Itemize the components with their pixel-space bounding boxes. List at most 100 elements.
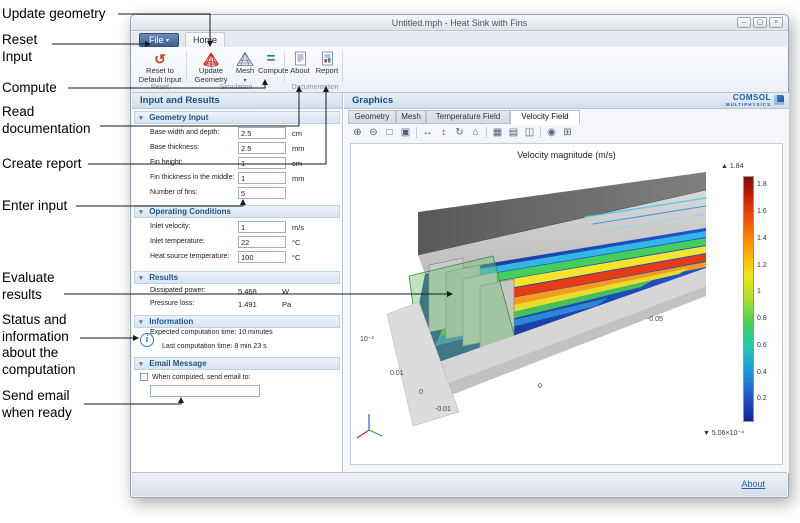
colorbar-tick: 0.8 — [757, 315, 767, 322]
compute-button[interactable]: = Compute — [258, 49, 284, 87]
rotate-icon[interactable]: ↻ — [452, 126, 467, 139]
maximize-button[interactable]: ▢ — [753, 17, 767, 28]
about-button-label: About — [288, 67, 312, 76]
field-label: Heat source temperature: — [150, 253, 229, 260]
colorbar-tick: 1.8 — [757, 181, 767, 188]
mesh-button-label: Mesh — [236, 66, 254, 75]
velocity-plot-3d[interactable] — [353, 162, 741, 458]
field-unit: mm — [292, 144, 305, 153]
tab-velocity-field[interactable]: Velocity Field — [510, 110, 580, 125]
zoom-box-icon[interactable]: □ — [382, 126, 397, 139]
toolbar-separator — [540, 127, 541, 138]
heat-source-temperature-input[interactable] — [238, 251, 286, 263]
plot-area[interactable]: Velocity magnitude (m/s) — [350, 143, 783, 465]
file-button[interactable]: File ▾ — [139, 33, 179, 47]
window-title: Untitled.mph - Heat Sink with Fins — [131, 18, 788, 28]
zoom-extents-icon[interactable]: ▣ — [398, 126, 413, 139]
mesh-button[interactable]: Mesh ▾ — [234, 49, 256, 87]
email-checkbox[interactable] — [140, 373, 148, 381]
toolbar-separator — [416, 127, 417, 138]
axis-tick: -0.01 — [435, 406, 451, 413]
show-axes-icon[interactable]: ▤ — [506, 126, 521, 139]
axis-tick: 0 — [538, 383, 542, 390]
field-unit: °C — [292, 238, 300, 247]
fin-thickness-input[interactable] — [238, 172, 286, 184]
file-button-label: File — [149, 35, 164, 45]
colorbar-tick: 1.2 — [757, 262, 767, 269]
tab-geometry[interactable]: Geometry — [348, 110, 396, 124]
annotation-evaluate-results: Evaluate results — [2, 270, 70, 303]
section-information[interactable]: ▾ Information — [134, 315, 340, 328]
report-button-label: Report — [314, 67, 340, 76]
colorbar-max-value: 1.84 — [730, 163, 744, 170]
email-input[interactable] — [150, 385, 260, 397]
annotation-enter-input: Enter input — [2, 198, 92, 215]
section-geometry-input[interactable]: ▾ Geometry Input — [134, 111, 340, 124]
section-title: Email Message — [149, 359, 206, 368]
inlet-velocity-input[interactable] — [238, 221, 286, 233]
comsol-logo: COMSOL MULTIPHYSICS — [726, 94, 771, 108]
about-button[interactable]: About — [288, 49, 312, 87]
show-grid-icon[interactable]: ▦ — [490, 126, 505, 139]
caret-down-icon: ▾ — [166, 38, 169, 44]
colorbar-max: ▲ 1.84 — [721, 163, 744, 170]
print-icon[interactable]: ⊞ — [560, 126, 575, 139]
field-unit: °C — [292, 253, 300, 262]
zoom-in-icon[interactable]: ⊕ — [350, 126, 365, 139]
colorbar-tick: 1.4 — [757, 235, 767, 242]
axis-triad — [357, 414, 382, 438]
window-controls: – ▢ × — [737, 17, 783, 28]
zoom-out-icon[interactable]: ⊖ — [366, 126, 381, 139]
toolbar-separator — [486, 127, 487, 138]
projection-icon[interactable]: ◫ — [522, 126, 537, 139]
up-arrow-icon: ▲ — [721, 163, 728, 170]
ribbon-tab-row: File ▾ Home — [132, 32, 787, 47]
pressure-loss-value: 1.491 — [238, 300, 257, 309]
annotation-status-info: Status and information about the computa… — [2, 312, 102, 378]
minimize-button[interactable]: – — [737, 17, 751, 28]
tab-temperature-field[interactable]: Temperature Field — [426, 110, 510, 124]
colorbar-tick: 0.4 — [757, 369, 767, 376]
comsol-logo-line1: COMSOL — [726, 94, 771, 101]
input-and-results-panel: Input and Results ▾ Geometry Input Base … — [132, 93, 343, 473]
input-panel-title: Input and Results — [132, 93, 342, 109]
title-bar[interactable]: Untitled.mph - Heat Sink with Fins — [131, 15, 788, 31]
section-results[interactable]: ▾ Results — [134, 271, 340, 284]
fin-height-input[interactable] — [238, 157, 286, 169]
axis-tick: 0 — [419, 389, 423, 396]
update-geometry-icon — [190, 51, 232, 67]
app-window: Untitled.mph - Heat Sink with Fins – ▢ ×… — [130, 14, 789, 498]
update-geometry-button[interactable]: Update Geometry — [190, 49, 232, 87]
result-unit: W — [282, 287, 289, 296]
snapshot-icon[interactable]: ◉ — [544, 126, 559, 139]
section-collapse-icon: ▾ — [135, 359, 147, 370]
default-view-icon[interactable]: ⌂ — [468, 126, 483, 139]
base-thickness-input[interactable] — [238, 142, 286, 154]
number-of-fins-input[interactable] — [238, 187, 286, 199]
tilt-icon[interactable]: ↕ — [436, 126, 451, 139]
reset-icon: ↺ — [136, 51, 184, 67]
graphics-title: Graphics — [352, 95, 393, 106]
report-button[interactable]: Report — [314, 49, 340, 87]
field-unit: mm — [292, 174, 305, 183]
field-label: Base width and depth: — [150, 129, 219, 136]
result-unit: Pa — [282, 300, 291, 309]
tab-home[interactable]: Home — [185, 32, 225, 47]
field-label: Base thickness: — [150, 144, 199, 151]
reset-to-default-button[interactable]: ↺ Reset to Default Input — [136, 49, 184, 87]
field-unit: cm — [292, 129, 302, 138]
section-operating-conditions[interactable]: ▾ Operating Conditions — [134, 205, 340, 218]
down-arrow-icon: ▼ — [703, 430, 710, 437]
axis-tick: 0.01 — [390, 370, 404, 377]
inlet-temperature-input[interactable] — [238, 236, 286, 248]
info-icon: i — [140, 333, 154, 347]
close-button[interactable]: × — [769, 17, 783, 28]
pan-icon[interactable]: ↔ — [420, 126, 435, 139]
about-link[interactable]: About — [741, 479, 765, 489]
base-width-input[interactable] — [238, 127, 286, 139]
ribbon-group-reset-label: Reset — [136, 84, 184, 91]
section-email-message[interactable]: ▾ Email Message — [134, 357, 340, 370]
tab-mesh[interactable]: Mesh — [396, 110, 426, 124]
section-title: Geometry Input — [149, 113, 208, 122]
axis-tick: -0.05 — [647, 316, 663, 323]
